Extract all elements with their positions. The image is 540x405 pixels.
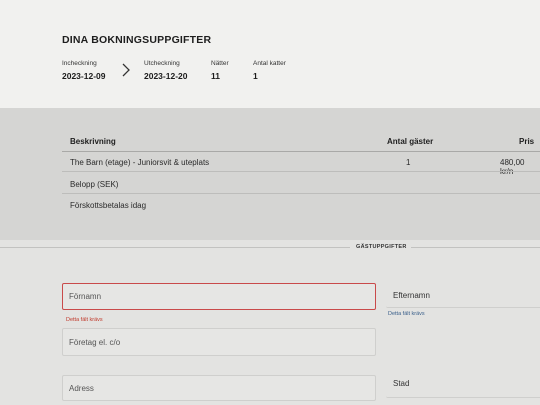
- table-row-guests: 1: [406, 158, 411, 167]
- checkout-date: 2023-12-20: [144, 71, 188, 81]
- firstname-error-message: Detta fält krävs: [66, 317, 103, 323]
- address-input[interactable]: [63, 376, 375, 400]
- checkin-summary: Incheckning 2023-12-09: [62, 60, 105, 81]
- firstname-input[interactable]: [63, 284, 375, 309]
- nights-value: 11: [211, 71, 220, 81]
- page-title: DINA BOKNINGSUPPGIFTER: [62, 34, 212, 46]
- lastname-field[interactable]: [386, 282, 540, 308]
- checkout-label: Utcheckning: [144, 60, 180, 67]
- table-header-divider: [62, 151, 540, 152]
- firstname-field[interactable]: [62, 283, 376, 310]
- lastname-error-message: Detta fält krävs: [388, 311, 425, 317]
- cats-summary: Antal katter 1: [253, 60, 286, 81]
- checkin-date: 2023-12-09: [62, 71, 106, 81]
- prepayment-label: Förskottsbetalas idag: [70, 201, 147, 210]
- company-input[interactable]: [63, 329, 375, 355]
- company-field[interactable]: [62, 328, 376, 356]
- cats-label: Antal katter: [253, 60, 286, 67]
- column-header-description: Beskrivning: [70, 137, 116, 146]
- nights-label: Nätter: [211, 60, 229, 67]
- nights-summary: Nätter 11: [211, 60, 229, 81]
- address-field[interactable]: [62, 375, 376, 401]
- chevron-right-icon: [122, 63, 130, 77]
- price-table: [0, 108, 540, 240]
- column-header-guests: Antal gäster: [387, 137, 434, 146]
- section-divider-left: [0, 247, 350, 248]
- table-row-price: 480,00 kr/n: [500, 158, 525, 176]
- row-divider: [62, 171, 540, 172]
- section-divider-right: [411, 247, 540, 248]
- checkout-summary: Utcheckning 2023-12-20: [144, 60, 187, 81]
- cats-value: 1: [253, 71, 258, 81]
- booking-summary: DINA BOKNINGSUPPGIFTER Incheckning 2023-…: [0, 0, 540, 108]
- row-divider: [62, 193, 540, 194]
- column-header-price: Pris: [519, 137, 535, 146]
- table-row-description: The Barn (etage) - Juniorsvit & uteplats: [70, 158, 210, 167]
- checkin-label: Incheckning: [62, 60, 97, 67]
- city-field[interactable]: [386, 372, 540, 398]
- total-amount-label: Belopp (SEK): [70, 180, 119, 189]
- section-title: GÄSTUPPGIFTER: [356, 244, 407, 250]
